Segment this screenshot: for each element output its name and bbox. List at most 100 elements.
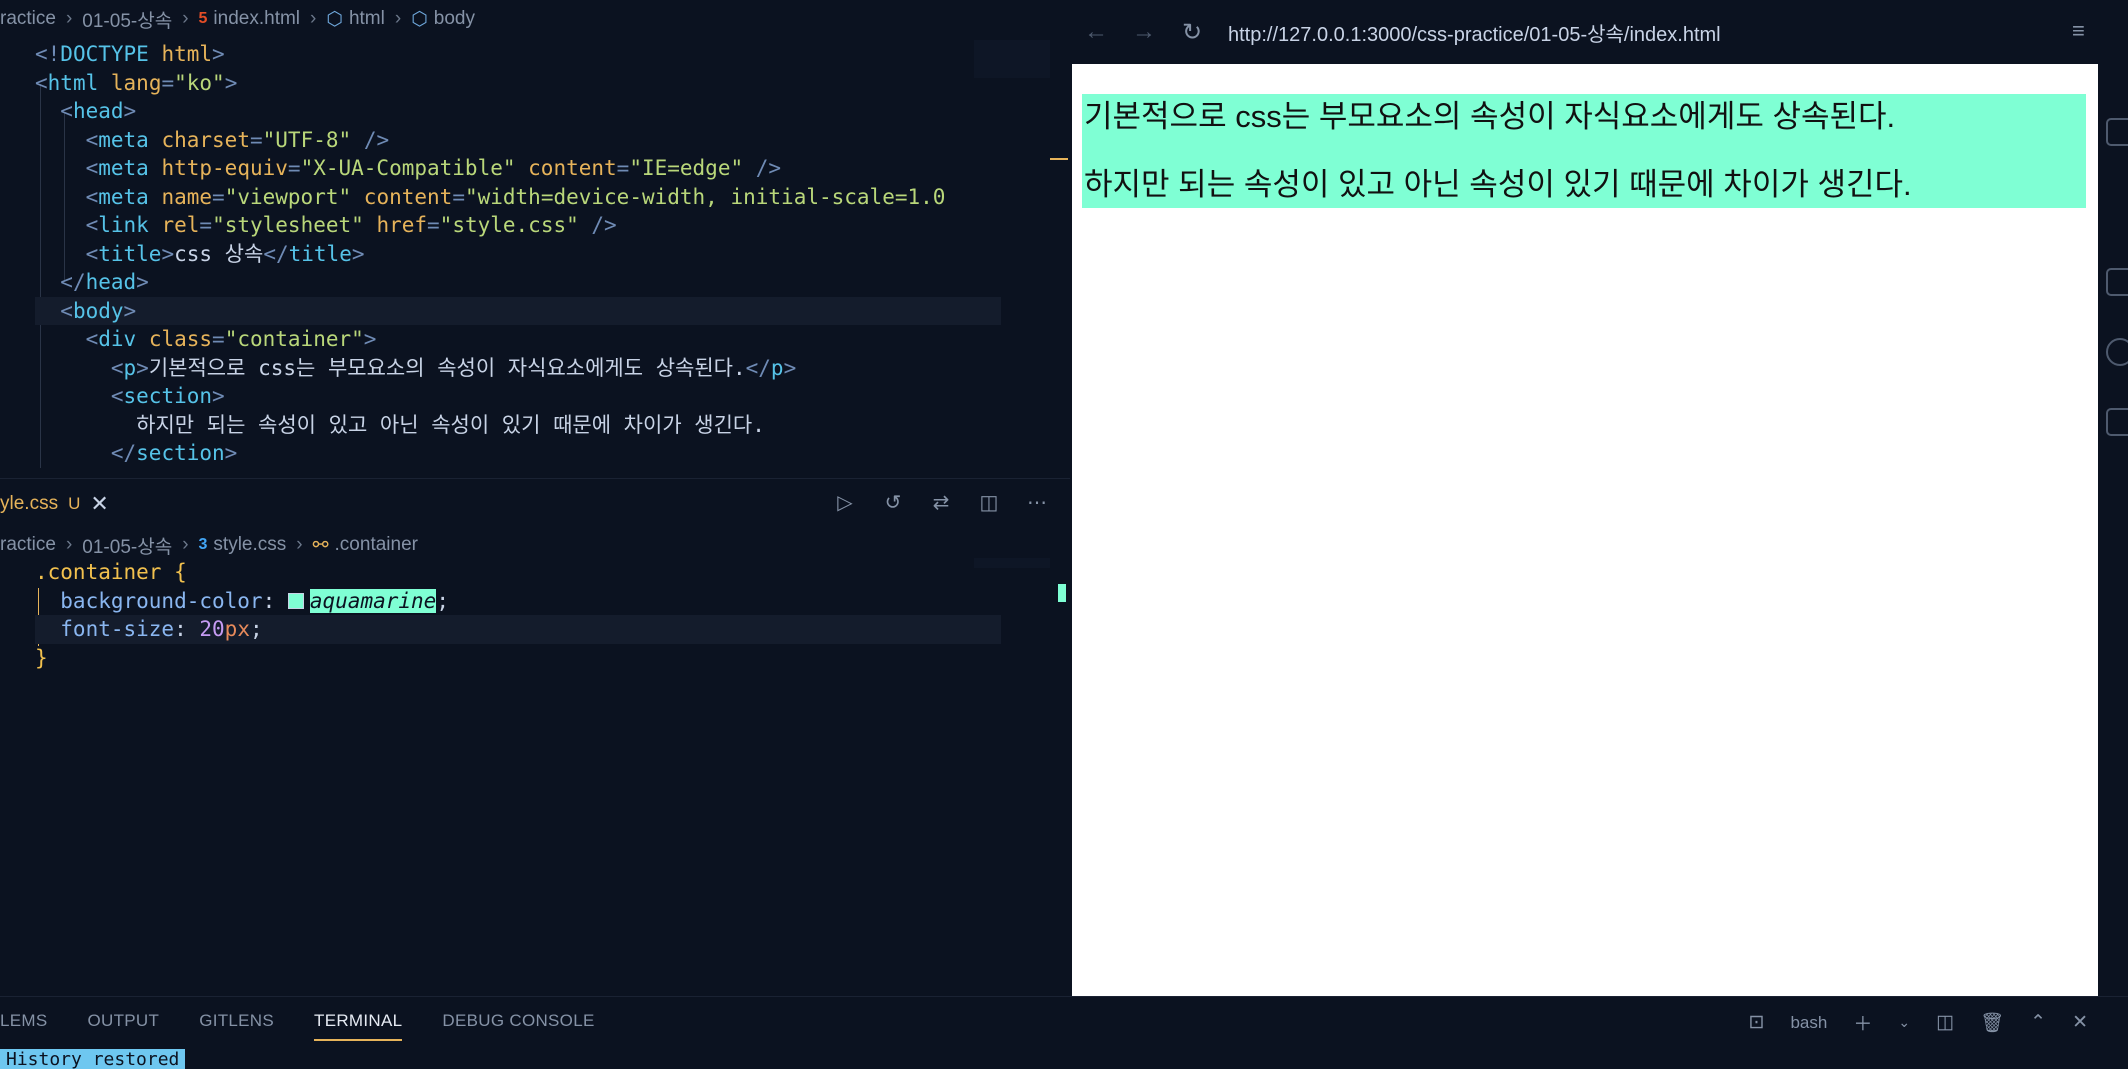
code-token: >: [123, 99, 137, 123]
chevron-down-icon[interactable]: ⌄: [1898, 1014, 1910, 1031]
code-token: content: [528, 156, 617, 180]
shell-name[interactable]: bash: [1790, 1013, 1827, 1033]
page-viewport: 기본적으로 css는 부모요소의 속성이 자식요소에게도 상속된다. 하지만 되…: [1072, 64, 2098, 996]
terminal-icon: ⊡: [1748, 1012, 1765, 1033]
more-actions-icon[interactable]: ⋯: [1024, 489, 1050, 515]
extensions-icon[interactable]: [2106, 268, 2128, 296]
code-line[interactable]: <title>css 상속</title>: [35, 240, 1001, 269]
code-token: <: [60, 298, 73, 323]
color-swatch[interactable]: [287, 592, 304, 609]
code-token: head: [85, 270, 137, 294]
breadcrumb-folder-practice[interactable]: ractice: [0, 534, 56, 556]
close-panel-icon[interactable]: ✕: [2072, 1011, 2088, 1034]
tab-terminal[interactable]: TERMINAL: [314, 1011, 403, 1041]
forward-arrow-icon[interactable]: →: [1120, 8, 1168, 56]
selector-icon: ⚯: [312, 534, 329, 556]
tab-problems[interactable]: LEMS: [0, 1011, 48, 1031]
code-line[interactable]: <section>: [35, 382, 1001, 411]
code-line[interactable]: <meta charset="UTF-8" />: [35, 126, 1001, 155]
close-icon[interactable]: ✕: [90, 491, 108, 517]
css-editor[interactable]: ractice › 01-05-상속 › 3 style.css › ⚯ .co…: [0, 528, 1070, 994]
browser-preview: ← → ↻ http://127.0.0.1:3000/css-practice…: [1072, 0, 2100, 996]
code-token: 기본적으로 css는 부모요소의 속성이 자식요소에게도 상속된다.: [148, 355, 746, 380]
code-line[interactable]: <body>: [35, 296, 1001, 325]
tab-style-css[interactable]: yle.css U ✕: [0, 479, 123, 529]
code-token: <: [85, 241, 99, 266]
tab-gitlens[interactable]: GITLENS: [199, 1011, 274, 1031]
breadcrumb-symbol-body[interactable]: body: [434, 8, 475, 30]
code-line[interactable]: background-color: aquamarine;: [35, 587, 1001, 616]
code-line[interactable]: <html lang="ko">: [35, 69, 1001, 98]
maximize-panel-icon[interactable]: ⌃: [2030, 1011, 2046, 1034]
code-line[interactable]: }: [35, 644, 1001, 673]
terminal-output: History restored: [0, 1049, 186, 1069]
code-line[interactable]: <!DOCTYPE html>: [35, 40, 1001, 69]
breadcrumb-file-style[interactable]: style.css: [213, 534, 286, 556]
code-line[interactable]: </section>: [35, 439, 1001, 468]
menu-icon[interactable]: ≡: [2072, 18, 2096, 43]
css-breadcrumb: ractice › 01-05-상속 › 3 style.css › ⚯ .co…: [0, 532, 418, 558]
minimap[interactable]: [974, 558, 1050, 568]
breadcrumb-file-index[interactable]: index.html: [213, 8, 300, 30]
tab-output[interactable]: OUTPUT: [88, 1011, 160, 1031]
code-token: >: [212, 42, 225, 66]
chevron-right-icon: ›: [310, 8, 317, 29]
history-icon[interactable]: ↺: [880, 489, 906, 515]
package-icon[interactable]: [2106, 408, 2128, 436]
code-line[interactable]: <p>기본적으로 css는 부모요소의 속성이 자식요소에게도 상속된다.</p…: [35, 354, 1001, 383]
new-terminal-icon[interactable]: ＋: [1853, 1009, 1872, 1036]
breadcrumb-symbol-html[interactable]: html: [349, 8, 385, 30]
editor-tab-bar: yle.css U ✕ ▷ ↺ ⇄ ◫ ⋯: [0, 478, 1070, 529]
code-line[interactable]: font-size: 20px;: [35, 615, 1001, 644]
code-line[interactable]: 하지만 되는 속성이 있고 아닌 속성이 있기 때문에 차이가 생긴다.: [35, 411, 1001, 440]
code-token: p: [123, 355, 137, 380]
breadcrumb-folder-practice[interactable]: ractice: [0, 8, 56, 30]
breadcrumb-symbol-container[interactable]: .container: [335, 534, 418, 556]
trash-icon[interactable]: 🗑: [1980, 1011, 2004, 1035]
code-token: >: [123, 298, 137, 323]
minimap[interactable]: [974, 40, 1050, 78]
code-token: =: [616, 156, 630, 180]
reload-icon[interactable]: ↻: [1168, 8, 1216, 56]
code-token: :: [262, 588, 288, 613]
tab-debug-console[interactable]: DEBUG CONSOLE: [442, 1011, 594, 1031]
split-editor-icon[interactable]: ◫: [976, 489, 1002, 515]
account-icon[interactable]: [2106, 338, 2128, 366]
html-editor[interactable]: ractice › 01-05-상속 › 5 index.html › ⬡ ht…: [0, 0, 1070, 478]
code-token: px: [224, 617, 250, 641]
code-line[interactable]: <meta http-equiv="X-UA-Compatible" conte…: [35, 154, 1001, 183]
code-line[interactable]: </head>: [35, 268, 1001, 297]
code-token: font-size: [35, 617, 175, 641]
code-token: <: [110, 355, 124, 380]
breadcrumb-folder-lesson[interactable]: 01-05-상속: [82, 6, 172, 33]
address-bar[interactable]: http://127.0.0.1:3000/css-practice/01-05…: [1228, 18, 1721, 47]
code-line[interactable]: .container {: [35, 558, 1001, 587]
code-line[interactable]: <div class="container">: [35, 325, 1001, 354]
code-line[interactable]: <head>: [35, 97, 1001, 126]
code-token: meta: [98, 127, 149, 152]
back-arrow-icon[interactable]: ←: [1072, 8, 1120, 56]
code-line[interactable]: <link rel="stylesheet" href="style.css" …: [35, 211, 1001, 240]
split-terminal-icon[interactable]: ◫: [1936, 1011, 1954, 1034]
chevron-right-icon: ›: [65, 8, 73, 29]
css-code[interactable]: .container { background-color: aquamarin…: [35, 558, 1001, 672]
code-token: </: [110, 441, 137, 465]
breadcrumb-folder-lesson[interactable]: 01-05-상속: [82, 532, 172, 559]
code-token: ;: [436, 588, 449, 613]
bottom-panel: LEMS OUTPUT GITLENS TERMINAL DEBUG CONSO…: [0, 996, 2128, 1069]
run-icon[interactable]: ▷: [832, 489, 858, 515]
code-token: >: [161, 241, 175, 266]
code-line[interactable]: <meta name="viewport" content="width=dev…: [35, 183, 1001, 212]
html-code[interactable]: <!DOCTYPE html> <html lang="ko"> <head> <…: [35, 40, 1001, 468]
compare-changes-icon[interactable]: ⇄: [928, 489, 954, 515]
cube-icon: ⬡: [326, 8, 343, 30]
source-control-icon[interactable]: [2106, 118, 2128, 146]
